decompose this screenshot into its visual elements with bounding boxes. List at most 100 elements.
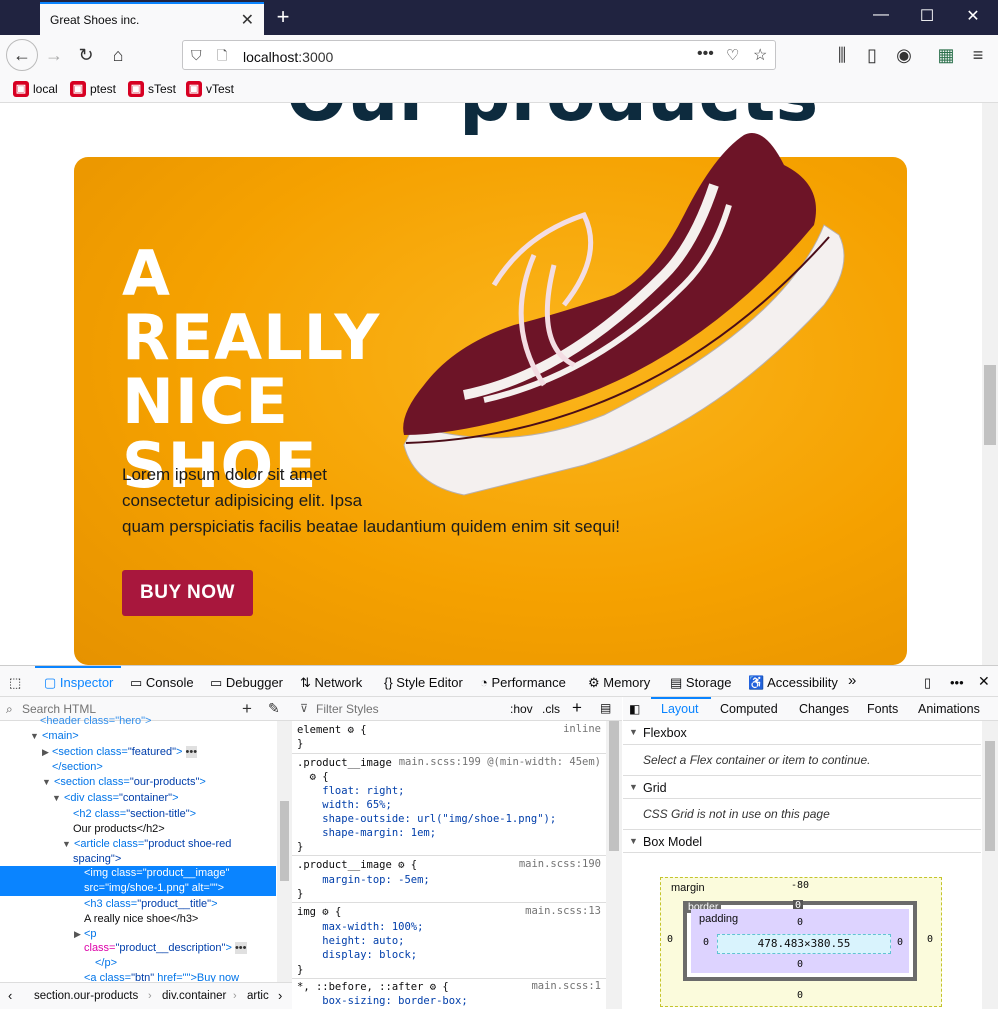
- bookmark-vtest[interactable]: ▣ vTest: [186, 81, 234, 97]
- close-devtools-icon[interactable]: ✕: [978, 673, 990, 690]
- tab-changes[interactable]: Changes: [799, 702, 849, 716]
- tree-row[interactable]: ▼ <main>: [30, 729, 79, 744]
- bookmark-star-icon[interactable]: ☆: [753, 45, 767, 65]
- page-scrollbar[interactable]: [982, 103, 998, 665]
- tree-row[interactable]: ▼ <div class="container">: [52, 791, 179, 806]
- eyedropper-icon[interactable]: ✎: [268, 700, 280, 717]
- margin-top-value[interactable]: -80: [791, 880, 809, 891]
- library-icon[interactable]: ⫼: [830, 44, 854, 66]
- tab-network[interactable]: ⇅ Network: [300, 675, 362, 691]
- reload-icon[interactable]: ↻: [74, 44, 98, 66]
- hov-toggle[interactable]: :hov: [510, 702, 533, 716]
- tree-row[interactable]: A really nice shoe</h3>: [84, 912, 198, 927]
- tree-row[interactable]: ▼ <article class="product shoe-red: [62, 837, 231, 852]
- rule-selector[interactable]: element: [297, 724, 341, 736]
- breadcrumb-item[interactable]: section.our-products: [34, 990, 138, 1002]
- rule-declarations[interactable]: margin-top: -5em;: [297, 873, 429, 887]
- expanded-arrow-icon[interactable]: ▼: [42, 777, 51, 787]
- rule-declarations[interactable]: max-width: 100%; height: auto; display: …: [297, 920, 423, 962]
- tab-style-editor[interactable]: {} Style Editor: [384, 675, 463, 690]
- back-button-icon[interactable]: ←: [6, 39, 38, 71]
- bookmark-stest[interactable]: ▣ sTest: [128, 81, 176, 97]
- breadcrumb-item[interactable]: artic: [247, 990, 269, 1002]
- padding-top-value[interactable]: 0: [797, 917, 803, 928]
- tree-row[interactable]: </p>: [95, 956, 117, 971]
- breadcrumb-next-icon[interactable]: ›: [278, 988, 282, 1003]
- content-size[interactable]: 478.483×380.55: [717, 934, 891, 954]
- expanded-arrow-icon[interactable]: ▼: [62, 839, 71, 849]
- tab-accessibility[interactable]: ♿ Accessibility: [748, 675, 838, 691]
- gear-icon[interactable]: ⚙: [297, 771, 316, 783]
- rule-source[interactable]: main.scss:13: [525, 905, 601, 917]
- layout-scrollbar-thumb[interactable]: [985, 741, 995, 851]
- bookmark-local[interactable]: ▣ local: [13, 81, 58, 97]
- margin-right-value[interactable]: 0: [927, 934, 933, 945]
- layout-scrollbar[interactable]: [982, 721, 998, 1009]
- close-tab-icon[interactable]: ✕: [241, 10, 254, 30]
- gear-icon[interactable]: ⚙: [348, 724, 354, 736]
- rule-selector[interactable]: .product__image: [297, 757, 392, 769]
- tree-row[interactable]: </section>: [52, 760, 103, 775]
- more-tabs-icon[interactable]: »: [848, 672, 856, 689]
- page-scrollbar-thumb[interactable]: [984, 365, 996, 445]
- ellipsis-badge[interactable]: •••: [185, 746, 198, 758]
- ellipsis-badge[interactable]: •••: [234, 942, 247, 954]
- toggle-sidebar-icon[interactable]: ◧: [629, 702, 640, 716]
- margin-left-value[interactable]: 0: [667, 934, 673, 945]
- sidebar-icon[interactable]: ▯: [860, 44, 884, 66]
- filter-styles-input[interactable]: Filter Styles: [316, 702, 379, 716]
- devtools-menu-icon[interactable]: •••: [950, 675, 964, 690]
- tab-performance[interactable]: ◔ Performance: [480, 675, 566, 690]
- padding-bottom-value[interactable]: 0: [797, 959, 803, 970]
- tab-console[interactable]: ▭ Console: [130, 675, 194, 691]
- collapsed-arrow-icon[interactable]: ▶: [74, 929, 81, 939]
- gear-icon[interactable]: ⚙: [430, 981, 436, 993]
- pocket-icon[interactable]: ♡: [726, 46, 739, 64]
- rule-selector[interactable]: .product__image: [297, 859, 392, 871]
- bookmark-ptest[interactable]: ▣ ptest: [70, 81, 116, 97]
- rule-source[interactable]: main.scss:190: [519, 858, 601, 870]
- new-tab-icon[interactable]: +: [272, 4, 294, 30]
- margin-bottom-value[interactable]: 0: [797, 990, 803, 1001]
- padding-left-value[interactable]: 0: [703, 937, 709, 948]
- rule-declarations[interactable]: float: right; width: 65%; shape-outside:…: [297, 784, 556, 840]
- tree-row[interactable]: <h3 class="product__title">: [84, 897, 218, 912]
- tab-memory[interactable]: ⚙ Memory: [588, 675, 650, 691]
- buy-now-button[interactable]: BUY NOW: [122, 570, 253, 616]
- rule-source[interactable]: main.scss:199 @(min-width: 45em): [399, 756, 601, 768]
- markup-scrollbar[interactable]: [277, 721, 292, 982]
- tree-row[interactable]: ▶ <p: [74, 927, 97, 942]
- breadcrumb-prev-icon[interactable]: ‹: [8, 988, 12, 1003]
- expanded-arrow-icon[interactable]: ▼: [30, 731, 39, 741]
- rule-selector[interactable]: *, ::before, ::after: [297, 981, 423, 993]
- tab-debugger[interactable]: ▭ Debugger: [210, 675, 283, 691]
- box-model-section[interactable]: ▼ Box Model: [623, 829, 981, 853]
- rules-scrollbar-thumb[interactable]: [609, 721, 619, 851]
- add-node-icon[interactable]: +: [242, 699, 252, 719]
- home-icon[interactable]: ⌂: [106, 44, 130, 66]
- tree-row[interactable]: <h2 class="section-title">: [73, 807, 196, 822]
- tree-row[interactable]: spacing">: [73, 852, 121, 867]
- tab-storage[interactable]: ▤ Storage: [670, 675, 731, 691]
- tab-computed[interactable]: Computed: [720, 702, 778, 716]
- tab-fonts[interactable]: Fonts: [867, 702, 898, 716]
- extensions-icon[interactable]: ▦: [934, 44, 958, 66]
- tree-row[interactable]: ▼ <section class="our-products">: [42, 775, 206, 790]
- account-icon[interactable]: ◉: [892, 44, 916, 66]
- tree-row[interactable]: Our products</h2>: [73, 822, 165, 837]
- markup-scrollbar-thumb[interactable]: [280, 801, 289, 881]
- expanded-arrow-icon[interactable]: ▼: [629, 782, 638, 792]
- cls-toggle[interactable]: .cls: [542, 702, 560, 716]
- selected-node[interactable]: <img class="product__image" src="img/sho…: [0, 866, 276, 896]
- rule-source[interactable]: main.scss:1: [531, 980, 601, 992]
- gear-icon[interactable]: ⚙: [398, 859, 404, 871]
- tree-row[interactable]: class="product__description"> •••: [84, 941, 247, 956]
- menu-icon[interactable]: ≡: [966, 44, 990, 66]
- browser-tab[interactable]: Great Shoes inc. ✕: [40, 2, 264, 35]
- grid-section[interactable]: ▼ Grid: [623, 775, 981, 799]
- minimize-icon[interactable]: —: [866, 6, 896, 28]
- shield-icon[interactable]: ⛉: [191, 47, 202, 64]
- element-picker-icon[interactable]: ⬚: [9, 675, 21, 691]
- page-info-icon[interactable]: 🗋: [217, 47, 227, 69]
- expanded-arrow-icon[interactable]: ▼: [52, 793, 61, 803]
